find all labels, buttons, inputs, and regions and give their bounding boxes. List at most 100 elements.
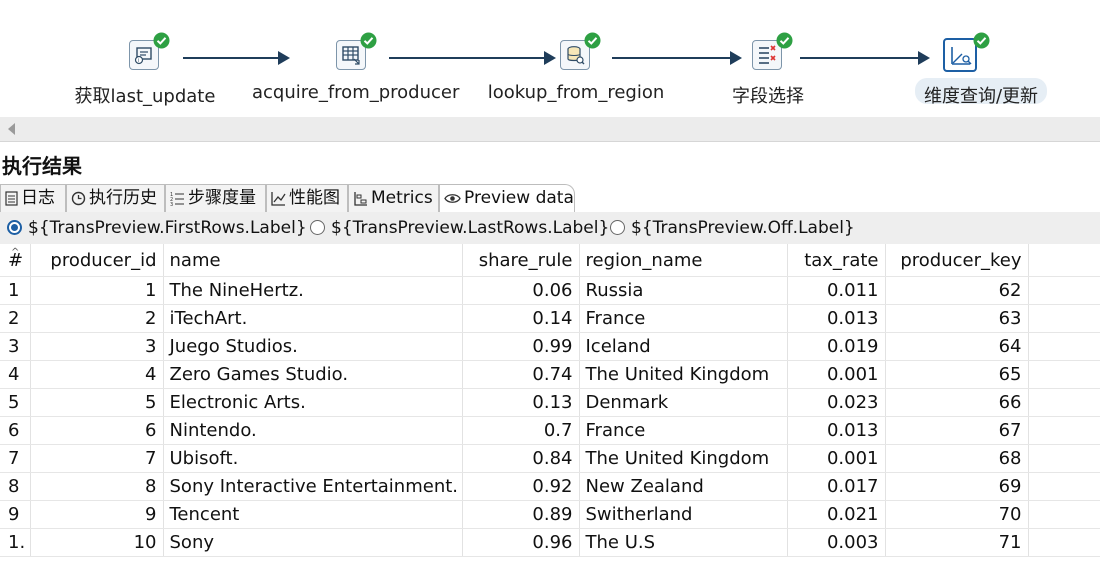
table-row[interactable]: 2 2 iTechArt. 0.14 France 0.013 63 [0,304,1100,333]
region-name-cell[interactable]: Switherland [579,500,788,529]
share-rule-cell[interactable]: 0.13 [462,388,580,417]
producer-key-cell[interactable]: 67 [885,416,1029,445]
producer-id-cell[interactable]: 2 [30,304,164,333]
table-row[interactable]: 1. 10 Sony 0.96 The U.S 0.003 71 [0,528,1100,557]
producer-key-cell[interactable]: 69 [885,472,1029,501]
name-cell[interactable]: Nintendo. [163,416,463,445]
step-dimension-lookup-update[interactable]: 维度查询/更新 [861,32,1061,108]
share-rule-cell[interactable]: 0.92 [462,472,580,501]
column-header-tax-rate[interactable]: tax_rate [787,244,886,277]
share-rule-cell[interactable]: 0.89 [462,500,580,529]
tax-rate-cell[interactable]: 0.017 [787,472,886,501]
tax-rate-cell[interactable]: 0.001 [787,444,886,473]
table-row[interactable]: 9 9 Tencent 0.89 Switherland 0.021 70 [0,500,1100,529]
producer-id-cell[interactable]: 4 [30,360,164,389]
share-rule-cell[interactable]: 0.96 [462,528,580,557]
radio-last-rows[interactable]: ${TransPreview.LastRows.Label} [310,217,609,239]
tax-rate-cell[interactable]: 0.001 [787,360,886,389]
tab-performance-chart[interactable]: 性能图 [266,184,348,212]
producer-key-cell[interactable]: 62 [885,276,1029,305]
table-row[interactable]: 5 5 Electronic Arts. 0.13 Denmark 0.023 66 [0,388,1100,417]
tax-rate-cell[interactable]: 0.013 [787,416,886,445]
region-name-cell[interactable]: The U.S [579,528,788,557]
horizontal-scrollbar[interactable] [0,117,1100,142]
step-select-values[interactable]: 字段选择 [668,32,868,108]
table-row[interactable]: 4 4 Zero Games Studio. 0.74 The United Kingd… [0,360,1100,389]
column-header-rownum[interactable]: ^ # [0,244,31,277]
row-number[interactable]: 1. [0,528,31,557]
name-cell[interactable]: Electronic Arts. [163,388,463,417]
table-row[interactable]: 3 3 Juego Studios. 0.99 Iceland 0.019 64 [0,332,1100,361]
producer-id-cell[interactable]: 5 [30,388,164,417]
region-name-cell[interactable]: France [579,304,788,333]
radio-off[interactable]: ${TransPreview.Off.Label} [610,217,855,239]
producer-id-cell[interactable]: 6 [30,416,164,445]
row-number[interactable]: 1 [0,276,31,305]
region-name-cell[interactable]: Denmark [579,388,788,417]
tax-rate-cell[interactable]: 0.021 [787,500,886,529]
share-rule-cell[interactable]: 0.06 [462,276,580,305]
table-row[interactable]: 1 1 The NineHertz. 0.06 Russia 0.011 62 [0,276,1100,305]
radio-first-rows[interactable]: ${TransPreview.FirstRows.Label} [7,217,307,239]
name-cell[interactable]: Sony Interactive Entertainment. [163,472,463,501]
table-row[interactable]: 6 6 Nintendo. 0.7 France 0.013 67 [0,416,1100,445]
share-rule-cell[interactable]: 0.7 [462,416,580,445]
tax-rate-cell[interactable]: 0.013 [787,304,886,333]
share-rule-cell[interactable]: 0.74 [462,360,580,389]
step-lookup-from-region[interactable]: lookup_from_region [476,32,676,108]
tax-rate-cell[interactable]: 0.011 [787,276,886,305]
step-acquire-from-producer[interactable]: acquire_from_producer [252,32,459,108]
scroll-left-icon[interactable] [8,123,15,135]
producer-key-cell[interactable]: 64 [885,332,1029,361]
share-rule-cell[interactable]: 0.99 [462,332,580,361]
tab-log[interactable]: 日志 [0,184,66,212]
producer-key-cell[interactable]: 71 [885,528,1029,557]
row-number[interactable]: 8 [0,472,31,501]
producer-key-cell[interactable]: 65 [885,360,1029,389]
producer-id-cell[interactable]: 3 [30,332,164,361]
row-number[interactable]: 3 [0,332,31,361]
producer-id-cell[interactable]: 1 [30,276,164,305]
producer-id-cell[interactable]: 9 [30,500,164,529]
column-header-producer-key[interactable]: producer_key [885,244,1029,277]
region-name-cell[interactable]: Iceland [579,332,788,361]
producer-id-cell[interactable]: 8 [30,472,164,501]
transformation-canvas[interactable]: i 获取last_update acquire_from_producer lo… [0,0,1100,115]
producer-key-cell[interactable]: 66 [885,388,1029,417]
column-header-share-rule[interactable]: share_rule [462,244,580,277]
name-cell[interactable]: Tencent [163,500,463,529]
region-name-cell[interactable]: The United Kingdom [579,360,788,389]
name-cell[interactable]: iTechArt. [163,304,463,333]
table-row[interactable]: 8 8 Sony Interactive Entertainment. 0.92 New… [0,472,1100,501]
producer-id-cell[interactable]: 10 [30,528,164,557]
row-number[interactable]: 7 [0,444,31,473]
name-cell[interactable]: Zero Games Studio. [163,360,463,389]
share-rule-cell[interactable]: 0.14 [462,304,580,333]
name-cell[interactable]: Sony [163,528,463,557]
name-cell[interactable]: Ubisoft. [163,444,463,473]
producer-key-cell[interactable]: 70 [885,500,1029,529]
tax-rate-cell[interactable]: 0.019 [787,332,886,361]
column-header-region-name[interactable]: region_name [579,244,788,277]
producer-id-cell[interactable]: 7 [30,444,164,473]
tab-preview-data[interactable]: Preview data [439,184,575,213]
tax-rate-cell[interactable]: 0.023 [787,388,886,417]
region-name-cell[interactable]: New Zealand [579,472,788,501]
region-name-cell[interactable]: The United Kingdom [579,444,788,473]
row-number[interactable]: 4 [0,360,31,389]
share-rule-cell[interactable]: 0.84 [462,444,580,473]
name-cell[interactable]: The NineHertz. [163,276,463,305]
tax-rate-cell[interactable]: 0.003 [787,528,886,557]
row-number[interactable]: 5 [0,388,31,417]
column-header-producer-id[interactable]: producer_id [30,244,164,277]
tab-history[interactable]: 执行历史 [66,184,165,212]
row-number[interactable]: 6 [0,416,31,445]
table-row[interactable]: 7 7 Ubisoft. 0.84 The United Kingdom 0.001 68 [0,444,1100,473]
tab-metrics[interactable]: Metrics [348,184,439,212]
row-number[interactable]: 9 [0,500,31,529]
step-get-last-update[interactable]: i 获取last_update [45,32,245,108]
producer-key-cell[interactable]: 68 [885,444,1029,473]
region-name-cell[interactable]: Russia [579,276,788,305]
column-header-name[interactable]: name [163,244,463,277]
producer-key-cell[interactable]: 63 [885,304,1029,333]
